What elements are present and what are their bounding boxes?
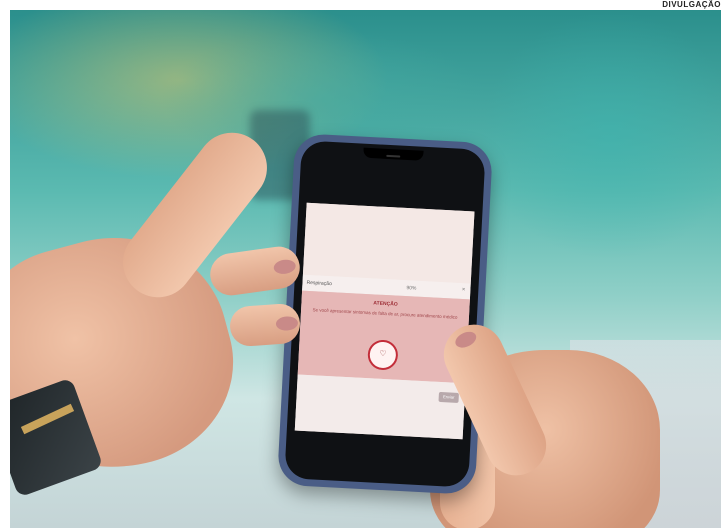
phone-bezel: Respiração 90% × ATENÇÃO Se você apresen… [284,140,486,488]
fingernail [272,258,297,276]
heart-monitor-icon: ♡ [367,339,399,371]
screen-footer: Enviar [294,374,466,440]
screen-blank-area [302,202,475,284]
app-header-value: 90% [406,285,417,292]
background-blur [480,10,721,260]
app-header-title: Respiração [306,279,332,288]
send-button[interactable]: Enviar [438,391,459,403]
photo-credit: DIVULGAÇÃO [662,0,721,9]
close-icon[interactable]: × [462,287,466,293]
heart-monitor-glyph: ♡ [379,348,387,359]
phone-notch [363,147,424,161]
photo: Respiração 90% × ATENÇÃO Se você apresen… [10,10,721,528]
left-finger [228,302,302,348]
phone-screen: Respiração 90% × ATENÇÃO Se você apresen… [294,202,475,440]
smartphone: Respiração 90% × ATENÇÃO Se você apresen… [276,133,494,495]
alert-panel: ATENÇÃO Se você apresentar sintomas de f… [297,290,470,384]
fingernail [452,328,479,351]
fingernail [275,315,299,332]
phone-speaker [386,154,401,158]
